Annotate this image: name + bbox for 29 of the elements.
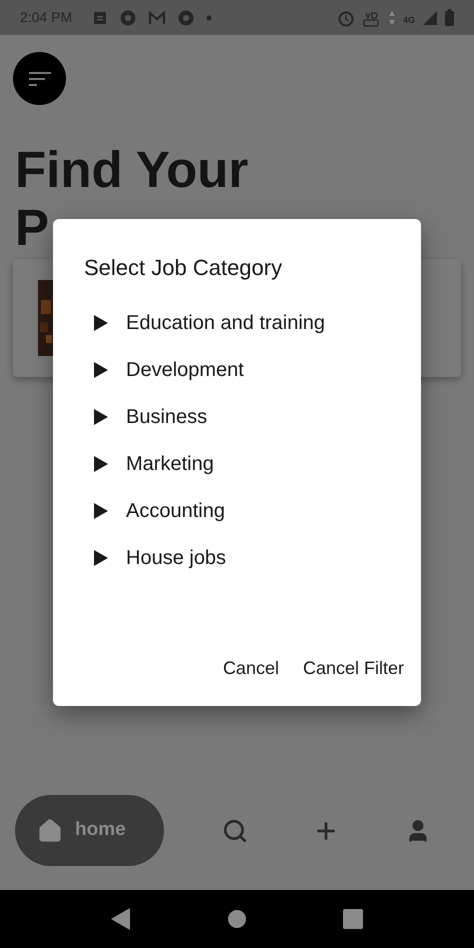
back-icon[interactable] <box>111 908 131 930</box>
signal-icon <box>423 10 437 24</box>
dialog-button[interactable]: Cancel Filter <box>294 649 412 688</box>
triangle-icon <box>94 409 108 425</box>
search-icon <box>222 818 248 844</box>
triangle-icon <box>94 456 108 472</box>
home-circle-icon[interactable] <box>227 909 247 929</box>
category-item[interactable]: Education and training <box>84 309 390 337</box>
alarm-icon <box>336 8 355 26</box>
page-title: Find Your <box>15 141 250 199</box>
category-item[interactable]: Development <box>84 356 390 384</box>
triangle-icon <box>94 315 108 331</box>
triangle-icon <box>94 503 108 519</box>
battery-icon <box>445 9 454 26</box>
triangle-icon <box>94 550 108 566</box>
category-item[interactable]: Business <box>84 403 390 431</box>
notification-icon <box>92 10 108 24</box>
category-item[interactable]: Accounting <box>84 497 390 525</box>
dot-icon <box>206 14 212 20</box>
category-item[interactable]: House jobs <box>84 544 390 572</box>
triangle-icon <box>94 362 108 378</box>
dialog-button[interactable]: Cancel <box>214 649 287 688</box>
category-item[interactable]: Marketing <box>84 450 390 478</box>
menu-icon <box>28 72 50 86</box>
page-title: P <box>15 199 50 257</box>
dialog-title: Select Job Category <box>84 254 284 282</box>
mail-icon <box>148 10 166 24</box>
data-arrows-icon <box>388 10 395 24</box>
home-icon <box>37 818 63 844</box>
